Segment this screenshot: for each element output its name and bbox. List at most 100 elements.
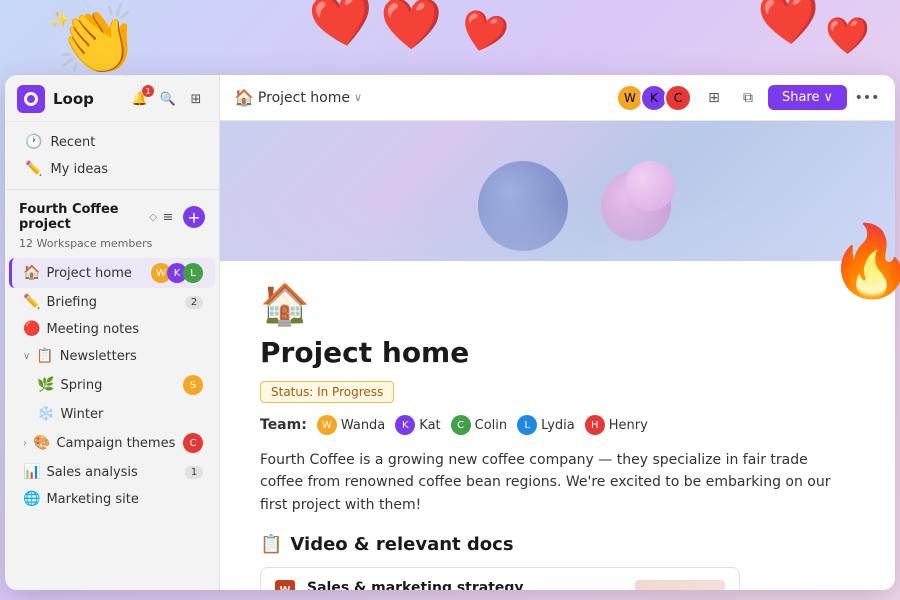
collaborators-avatars: W K C — [616, 84, 692, 112]
sidebar-item-meeting-notes[interactable]: 🔴 Meeting notes — [9, 316, 215, 342]
winter-icon: ❄️ — [37, 406, 54, 422]
sidebar-item-project-home[interactable]: 🏠 Project home W K L — [9, 258, 215, 288]
campaign-chevron: › — [23, 438, 27, 449]
sidebar-item-marketing-site[interactable]: 🌐 Marketing site — [9, 486, 215, 512]
colin-avatar: C — [451, 415, 471, 435]
heart-deco-5: ❤️ — [825, 15, 870, 57]
layout-button[interactable]: ⊞ — [185, 88, 207, 110]
wanda-name: Wanda — [341, 418, 385, 433]
sidebar-item-briefing[interactable]: ✏️ Briefing 2 — [9, 289, 215, 315]
breadcrumb: 🏠 Project home ∨ — [234, 88, 362, 107]
page-icon: 🏠 — [260, 281, 855, 328]
section-title: 📋 Video & relevant docs — [260, 534, 855, 555]
topbar-actions: ⊞ ⧉ Share ∨ ••• — [700, 84, 881, 112]
share-chevron: ∨ — [823, 90, 833, 105]
collab-avatar-3: C — [664, 84, 692, 112]
doc-type-label: W — [279, 585, 290, 590]
team-member-henry: H Henry — [585, 415, 648, 435]
meeting-notes-icon: 🔴 — [23, 321, 40, 337]
briefing-badge: 2 — [185, 296, 203, 309]
spring-avatar: S — [183, 375, 203, 395]
sidebar-item-sales-analysis[interactable]: 📊 Sales analysis 1 — [9, 459, 215, 485]
workspace-chevron: ◇ — [149, 212, 157, 223]
search-button[interactable]: 🔍 — [157, 88, 179, 110]
sidebar-header: Loop 🔔 1 🔍 ⊞ — [5, 75, 219, 122]
colin-name: Colin — [475, 418, 508, 433]
sidebar-item-my-ideas[interactable]: ✏️ My ideas — [11, 156, 213, 182]
doc-thumbnail: Our brand is crafted with care. — [635, 580, 725, 590]
newsletters-chevron: ∨ — [23, 351, 30, 362]
newsletters-icon: 📋 — [36, 348, 53, 364]
doc-title: Sales & marketing strategy — [307, 580, 623, 590]
workspace-menu-button[interactable]: ≡ — [157, 206, 179, 228]
more-options-button[interactable]: ••• — [853, 84, 881, 112]
campaign-avatar: C — [183, 433, 203, 453]
henry-name: Henry — [609, 418, 648, 433]
workspace-name-text: Fourth Coffee project — [19, 202, 145, 232]
meeting-notes-label: Meeting notes — [46, 322, 203, 337]
sales-badge: 1 — [185, 466, 203, 479]
team-member-kat: K Kat — [395, 415, 440, 435]
breadcrumb-icon: 🏠 — [234, 88, 254, 107]
spring-icon: 🌿 — [37, 377, 54, 393]
workspace-name: Fourth Coffee project ◇ — [19, 202, 157, 232]
kat-name: Kat — [419, 418, 440, 433]
project-home-icon: 🏠 — [23, 265, 40, 281]
workspace-header: Fourth Coffee project ◇ ≡ + — [17, 198, 207, 236]
add-page-button[interactable]: + — [183, 206, 205, 228]
lydia-name: Lydia — [541, 418, 575, 433]
app-window: Loop 🔔 1 🔍 ⊞ 🕐 Recent ✏️ My ideas — [5, 75, 895, 590]
marketing-icon: 🌐 — [23, 491, 40, 507]
sales-icon: 📊 — [23, 464, 40, 480]
campaign-icon: 🎨 — [33, 435, 50, 451]
newsletters-label: Newsletters — [60, 349, 203, 364]
recent-label: Recent — [50, 135, 95, 150]
notification-badge: 1 — [142, 85, 154, 97]
team-label: Team: — [260, 417, 307, 433]
hero-banner — [220, 121, 895, 261]
page-body: 🏠 Project home Status: In Progress Team:… — [220, 261, 895, 590]
topbar-right: W K C ⊞ ⧉ Share ∨ ••• — [616, 84, 881, 112]
spring-label: Spring — [60, 378, 177, 393]
winter-label: Winter — [60, 407, 203, 422]
notifications-button[interactable]: 🔔 1 — [129, 88, 151, 110]
sidebar-item-campaign-themes[interactable]: › 🎨 Campaign themes C — [9, 428, 215, 458]
topbar: 🏠 Project home ∨ W K C ⊞ ⧉ Share ∨ — [220, 75, 895, 121]
section-icon: 📋 — [260, 534, 282, 555]
project-home-label: Project home — [46, 266, 145, 281]
workspace-members-count: 12 Workspace members — [17, 236, 207, 251]
copy-link-button[interactable]: ⧉ — [734, 84, 762, 112]
sidebar-item-newsletters[interactable]: ∨ 📋 Newsletters — [9, 343, 215, 369]
page-title: Project home — [260, 336, 855, 369]
sidebar-item-recent[interactable]: 🕐 Recent — [11, 129, 213, 155]
heart-deco-3: ❤️ — [455, 5, 512, 61]
lydia-avatar: L — [517, 415, 537, 435]
kat-avatar: K — [395, 415, 415, 435]
my-ideas-label: My ideas — [50, 162, 108, 177]
share-button[interactable]: Share ∨ — [768, 85, 847, 110]
sparkle-emoji: ✨ — [50, 10, 70, 29]
my-ideas-icon: ✏️ — [25, 161, 42, 177]
workspace-actions: ≡ + — [157, 206, 205, 228]
team-member-wanda: W Wanda — [317, 415, 385, 435]
doc-card[interactable]: W Sales & marketing strategy Edited 12 d… — [260, 567, 740, 590]
workspace-section: Fourth Coffee project ◇ ≡ + 12 Workspace… — [5, 189, 219, 255]
doc-info: Sales & marketing strategy Edited 12 day… — [307, 580, 623, 590]
sidebar-icon-group: 🔔 1 🔍 ⊞ — [129, 88, 207, 110]
main-content: 🏠 Project home ∨ W K C ⊞ ⧉ Share ∨ — [220, 75, 895, 590]
grid-view-button[interactable]: ⊞ — [700, 84, 728, 112]
wanda-avatar: W — [317, 415, 337, 435]
briefing-icon: ✏️ — [23, 294, 40, 310]
project-home-avatars: W K L — [151, 263, 203, 283]
sidebar-item-spring[interactable]: 🌿 Spring S — [9, 370, 215, 400]
heart-deco-2: ❤️ — [380, 0, 442, 54]
share-label: Share — [782, 90, 820, 105]
campaign-label: Campaign themes — [56, 436, 177, 451]
sidebar-item-winter[interactable]: ❄️ Winter — [9, 401, 215, 427]
heart-deco-4: ❤️ — [755, 0, 822, 52]
recent-icon: 🕐 — [25, 134, 42, 150]
hero-wave — [220, 201, 895, 261]
avatar-l: L — [183, 263, 203, 283]
loop-logo — [17, 85, 45, 113]
sidebar-nav: 🕐 Recent ✏️ My ideas — [5, 122, 219, 189]
